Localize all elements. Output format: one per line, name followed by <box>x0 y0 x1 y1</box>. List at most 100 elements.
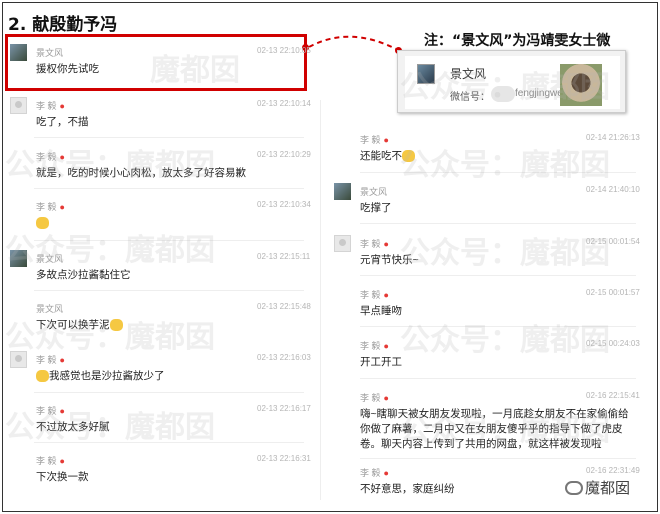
timestamp: 02-13 22:10:29 <box>257 150 311 159</box>
separator <box>34 137 304 138</box>
sender-name: 李 毅 ● <box>36 101 65 111</box>
separator <box>360 326 636 327</box>
timestamp: 02-13 22:10:34 <box>257 200 311 209</box>
separator <box>34 392 304 393</box>
timestamp: 02-16 22:31:49 <box>586 466 640 475</box>
chat-message: 李 毅 ● 02-14 21:26:13 还能吃不 <box>334 131 640 171</box>
separator <box>360 458 636 459</box>
chat-message: 李 毅 ● 02-13 22:10:34 <box>10 198 311 238</box>
watermelon-icon: ● <box>59 406 65 416</box>
profile-name: 景文风 <box>450 67 487 81</box>
separator <box>34 188 304 189</box>
chat-message: 景文风 02-14 21:40:10 吃撑了 <box>334 183 640 223</box>
sender-name: 景文风 <box>36 48 64 58</box>
chat-message: 景文风 02-13 22:15:48 下次可以换芋泥 <box>10 300 311 340</box>
sender-name: 李 毅 ● <box>36 202 65 212</box>
message-text: 元宵节快乐~ <box>360 254 419 266</box>
watermelon-icon: ● <box>59 152 65 162</box>
timestamp: 02-13 22:15:48 <box>257 302 311 311</box>
timestamp: 02-13 22:15:11 <box>257 252 311 261</box>
watermelon-icon: ● <box>383 393 389 403</box>
timestamp: 02-13 22:16:03 <box>257 353 311 362</box>
timestamp: 02-14 21:40:10 <box>586 185 640 194</box>
message-text: 援权你先试吃 <box>36 63 99 75</box>
watermelon-icon: ● <box>59 101 65 111</box>
message-text: 不过放太多好腻 <box>36 421 110 433</box>
watermelon-icon: ● <box>383 341 389 351</box>
message-text: 多故点沙拉酱黏住它 <box>36 269 131 281</box>
profile-avatar <box>417 64 435 84</box>
message-text: 我感觉也是沙拉酱放少了 <box>36 369 165 384</box>
brand-logo: 魔都囡 <box>565 477 630 498</box>
chat-message: 李 毅 ● 02-13 22:10:14 吃了，不描 <box>10 97 311 137</box>
smile-emoji-icon <box>109 319 123 332</box>
sender-name: 李 毅 ● <box>360 393 389 403</box>
sender-name: 李 毅 ● <box>360 341 389 351</box>
chat-message: 景文风 02-13 22:10:05 援权你先试吃 <box>10 44 311 84</box>
avatar <box>10 97 27 114</box>
cat-emoji-icon <box>36 370 49 383</box>
chat-message: 景文风 02-13 22:15:11 多故点沙拉酱黏住它 <box>10 250 310 290</box>
message-text: 不好意思，家庭纠纷 <box>360 483 455 495</box>
watermelon-icon: ● <box>383 290 389 300</box>
wechat-id-value: fengjingwe <box>515 88 563 99</box>
wechat-id-label: 微信号： <box>450 92 490 103</box>
watermelon-icon: ● <box>59 355 65 365</box>
timestamp: 02-13 22:10:05 <box>257 46 311 55</box>
timestamp: 02-13 22:16:31 <box>257 454 311 463</box>
sender-name: 李 毅 ● <box>360 290 389 300</box>
column-divider <box>320 100 321 500</box>
message-text: 下次换一款 <box>36 471 89 483</box>
chat-message: 李 毅 ● 02-13 22:16:03 我感觉也是沙拉酱放少了 <box>10 351 311 391</box>
profile-card: 景文风 微信号： fengjingwe <box>397 50 626 113</box>
message-text: 吃撑了 <box>360 202 392 214</box>
sender-name: 李 毅 ● <box>36 406 65 416</box>
watermelon-icon: ● <box>383 135 389 145</box>
sender-name: 景文风 <box>36 304 64 314</box>
chat-message: 李 毅 ● 02-13 22:16:31 下次换一款 <box>10 452 311 492</box>
sender-name: 李 毅 ● <box>36 456 65 466</box>
avatar <box>10 250 27 267</box>
separator <box>360 275 636 276</box>
avatar <box>10 44 27 61</box>
timestamp: 02-13 22:16:17 <box>257 404 311 413</box>
timestamp: 02-15 00:24:03 <box>586 339 640 348</box>
separator <box>34 290 304 291</box>
message-text: 下次可以换芋泥 <box>36 318 123 333</box>
chat-message: 李 毅 ● 02-15 00:01:54 元宵节快乐~ <box>334 235 640 275</box>
separator <box>360 378 636 379</box>
sender-name: 景文风 <box>36 254 64 264</box>
message-text: 还能吃不 <box>360 149 415 164</box>
timestamp: 02-16 22:15:41 <box>586 391 640 400</box>
timestamp: 02-15 00:01:54 <box>586 237 640 246</box>
chat-message: 李 毅 ● 02-16 22:15:41 嗨~瞎聊天被女朋友发现啦，一月底趁女朋友… <box>334 389 640 451</box>
chat-message: 李 毅 ● 02-13 22:16:17 不过放太多好腻 <box>10 402 311 442</box>
wechat-icon <box>565 481 583 495</box>
sender-name: 景文风 <box>360 187 388 197</box>
separator <box>34 240 304 241</box>
watermelon-icon: ● <box>59 456 65 466</box>
message-text <box>36 216 49 231</box>
message-text: 嗨~瞎聊天被女朋友发现啦，一月底趁女朋友不在家偷偷给你做了麻薯，二月中又在女朋友… <box>360 408 629 450</box>
watermelon-icon: ● <box>383 239 389 249</box>
chat-message: 李 毅 ● 02-15 00:24:03 开工开工 <box>334 337 640 377</box>
sender-name: 李 毅 ● <box>36 152 65 162</box>
message-text: 就是，吃的时候小心肉松，放太多了好容易歉 <box>36 167 246 179</box>
message-text: 开工开工 <box>360 356 402 368</box>
avatar <box>334 183 351 200</box>
separator <box>34 442 304 443</box>
separator <box>360 223 636 224</box>
watermelon-icon: ● <box>383 468 389 478</box>
message-text: 早点睡吻 <box>360 305 402 317</box>
chat-message: 李 毅 ● 02-13 22:10:29 就是，吃的时候小心肉松，放太多了好容易歉 <box>10 148 311 188</box>
watermelon-icon: ● <box>59 202 65 212</box>
profile-photo <box>560 64 602 106</box>
separator <box>360 172 636 173</box>
cat-emoji-icon <box>402 150 415 163</box>
message-text: 吃了，不描 <box>36 116 89 128</box>
profile-card-inner: 景文风 微信号： fengjingwe <box>405 56 620 109</box>
timestamp: 02-15 00:01:57 <box>586 288 640 297</box>
timestamp: 02-14 21:26:13 <box>586 133 640 142</box>
sender-name: 李 毅 ● <box>36 355 65 365</box>
sender-name: 李 毅 ● <box>360 468 389 478</box>
